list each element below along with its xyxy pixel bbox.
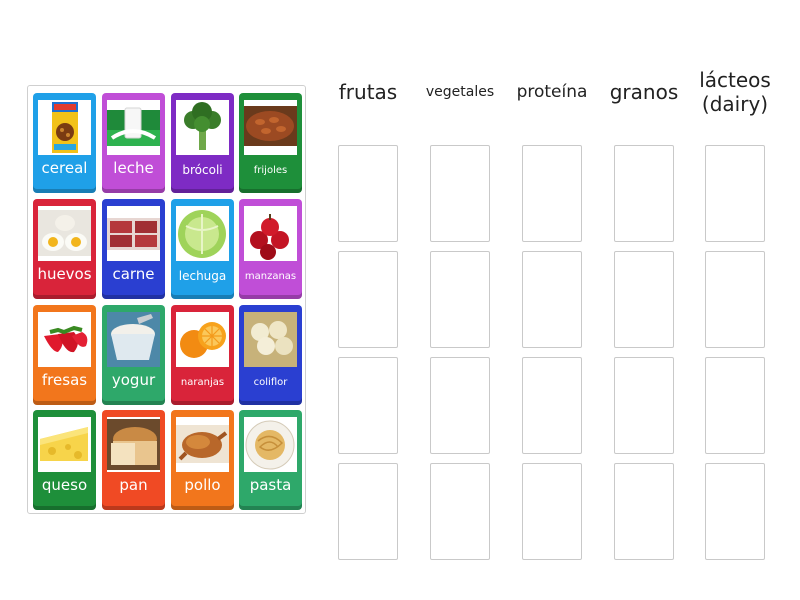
food-card-naranjas[interactable]: naranjas: [171, 305, 234, 405]
bread-icon: [107, 417, 160, 472]
food-card-coliflor[interactable]: coliflor: [239, 305, 302, 405]
cheese-icon: [38, 417, 91, 472]
category-title: lácteos: [699, 68, 771, 92]
food-card-label: yogur: [111, 371, 156, 389]
cereal-box-icon: [38, 100, 91, 155]
food-card-label: pasta: [249, 476, 292, 494]
food-card-pan[interactable]: pan: [102, 410, 165, 510]
category-title: frutas: [338, 80, 398, 104]
eggs-icon: [38, 206, 91, 261]
food-card-queso[interactable]: queso: [33, 410, 96, 510]
cauliflower-icon: [244, 312, 297, 367]
drop-slot[interactable]: [522, 463, 582, 560]
drop-slot[interactable]: [338, 145, 398, 242]
drop-slot[interactable]: [522, 357, 582, 454]
category-header-4: lácteos (dairy): [689, 62, 781, 122]
food-card-huevos[interactable]: huevos: [33, 199, 96, 299]
food-card-label: brócoli: [182, 163, 223, 177]
food-card-frijoles[interactable]: frijoles: [239, 93, 302, 193]
food-card-manzanas[interactable]: manzanas: [239, 199, 302, 299]
yogurt-icon: [107, 312, 160, 367]
drop-slot[interactable]: [705, 251, 765, 348]
apples-icon: [244, 206, 297, 261]
drop-slot[interactable]: [614, 357, 674, 454]
oranges-icon: [176, 312, 229, 367]
food-card-label: frijoles: [253, 165, 288, 176]
drop-slot[interactable]: [522, 251, 582, 348]
food-card-label: cereal: [41, 159, 88, 177]
pasta-icon: [244, 417, 297, 472]
food-card-yogur[interactable]: yogur: [102, 305, 165, 405]
drop-slot[interactable]: [705, 463, 765, 560]
strawberries-icon: [38, 312, 91, 367]
drop-slot[interactable]: [614, 251, 674, 348]
drop-slot[interactable]: [522, 145, 582, 242]
drop-slot[interactable]: [338, 251, 398, 348]
food-card-pollo[interactable]: pollo: [171, 410, 234, 510]
chicken-icon: [176, 417, 229, 472]
category-title: vegetales: [425, 84, 495, 100]
drop-slot[interactable]: [430, 145, 490, 242]
meat-icon: [107, 206, 160, 261]
category-title: granos: [609, 80, 679, 104]
food-card-label: pollo: [184, 476, 221, 494]
drop-slot[interactable]: [614, 145, 674, 242]
drop-slot[interactable]: [705, 145, 765, 242]
food-card-brócoli[interactable]: brócoli: [171, 93, 234, 193]
category-header-2: proteína: [506, 62, 598, 122]
food-card-label: pan: [119, 476, 148, 494]
broccoli-icon: [176, 100, 229, 155]
food-card-leche[interactable]: leche: [102, 93, 165, 193]
drop-slot[interactable]: [338, 463, 398, 560]
food-card-fresas[interactable]: fresas: [33, 305, 96, 405]
food-card-label: naranjas: [180, 377, 225, 388]
food-card-label: coliflor: [253, 377, 288, 388]
drop-slot[interactable]: [705, 357, 765, 454]
food-card-label: queso: [41, 476, 88, 494]
drop-slot[interactable]: [430, 463, 490, 560]
category-header-3: granos: [598, 62, 690, 122]
food-card-label: fresas: [41, 371, 88, 389]
category-header-0: frutas: [322, 62, 414, 122]
drop-slot[interactable]: [338, 357, 398, 454]
beans-icon: [244, 100, 297, 155]
food-card-carne[interactable]: carne: [102, 199, 165, 299]
food-card-label: leche: [113, 159, 154, 177]
drop-slot[interactable]: [430, 357, 490, 454]
drop-slot[interactable]: [430, 251, 490, 348]
food-card-label: huevos: [37, 265, 92, 283]
food-card-label: lechuga: [178, 269, 227, 283]
card-tray: cereal leche brócoli frijoles huevos carne lec…: [27, 85, 306, 514]
lettuce-icon: [176, 206, 229, 261]
food-card-cereal[interactable]: cereal: [33, 93, 96, 193]
category-header-1: vegetales: [414, 62, 506, 122]
drop-slot[interactable]: [614, 463, 674, 560]
food-card-label: manzanas: [244, 271, 297, 282]
food-card-lechuga[interactable]: lechuga: [171, 199, 234, 299]
food-card-label: carne: [112, 265, 155, 283]
category-title: proteína: [516, 82, 588, 102]
milk-icon: [107, 100, 160, 155]
category-subtitle: (dairy): [701, 92, 769, 116]
food-card-pasta[interactable]: pasta: [239, 410, 302, 510]
